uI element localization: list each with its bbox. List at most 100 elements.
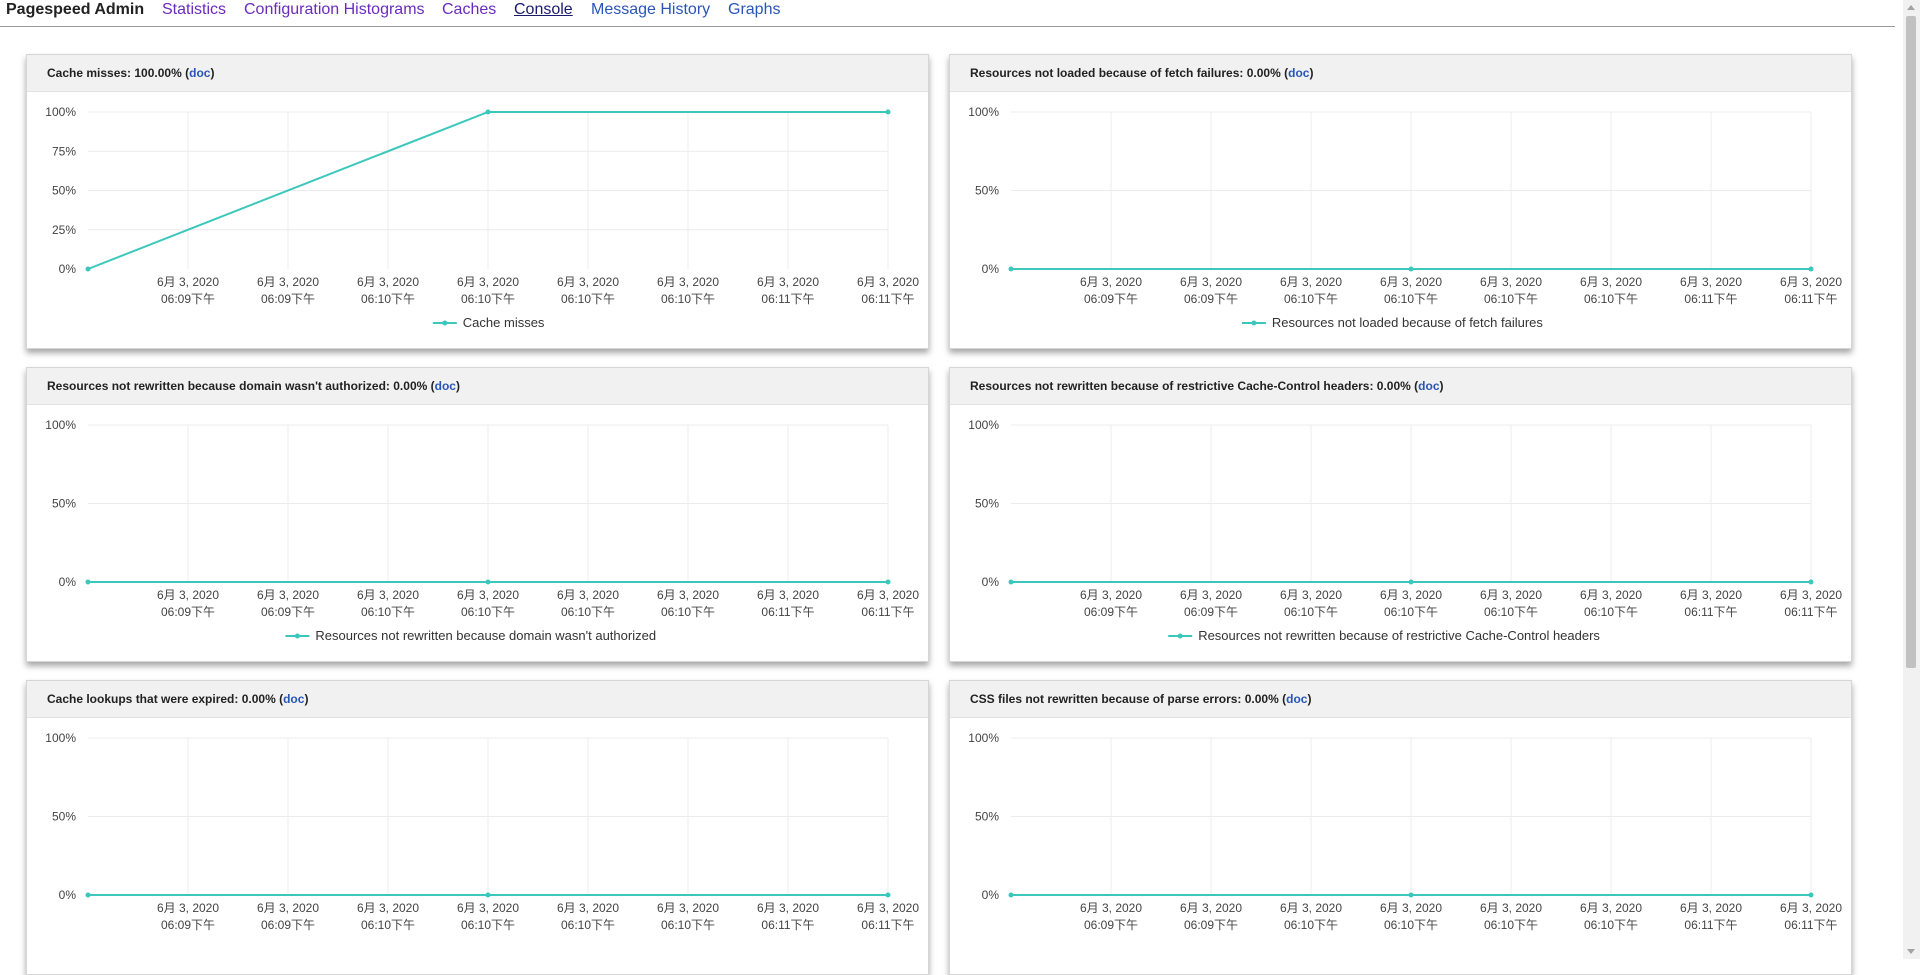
x-tick-date-label: 6月 3, 2020 bbox=[357, 275, 419, 289]
x-tick-time-label: 06:11下午 bbox=[1684, 605, 1737, 619]
scroll-down-arrow-icon[interactable] bbox=[1907, 949, 1915, 954]
y-tick-label: 50% bbox=[52, 184, 76, 198]
x-tick-time-label: 06:10下午 bbox=[561, 605, 615, 619]
data-point bbox=[485, 109, 491, 115]
x-tick-date-label: 6月 3, 2020 bbox=[557, 588, 619, 602]
x-tick-date-label: 6月 3, 2020 bbox=[157, 901, 219, 915]
x-tick-date-label: 6月 3, 2020 bbox=[1780, 588, 1842, 602]
x-tick-date-label: 6月 3, 2020 bbox=[657, 588, 719, 602]
nav-link-statistics[interactable]: Statistics bbox=[162, 1, 226, 19]
x-tick-date-label: 6月 3, 2020 bbox=[1680, 275, 1742, 289]
x-tick-date-label: 6月 3, 2020 bbox=[857, 588, 919, 602]
x-tick-time-label: 06:10下午 bbox=[461, 605, 515, 619]
x-tick-date-label: 6月 3, 2020 bbox=[1180, 901, 1242, 915]
x-tick-time-label: 06:11下午 bbox=[1684, 292, 1737, 306]
y-tick-label: 50% bbox=[52, 810, 76, 824]
data-point bbox=[485, 892, 491, 898]
card-header: CSS files not rewritten because of parse… bbox=[950, 681, 1851, 718]
x-tick-date-label: 6月 3, 2020 bbox=[857, 901, 919, 915]
x-tick-time-label: 06:09下午 bbox=[261, 605, 315, 619]
x-tick-time-label: 06:10下午 bbox=[1484, 605, 1538, 619]
scroll-up-arrow-icon[interactable] bbox=[1907, 5, 1915, 10]
x-tick-time-label: 06:09下午 bbox=[261, 292, 315, 306]
x-tick-time-label: 06:10下午 bbox=[661, 605, 715, 619]
x-tick-time-label: 06:10下午 bbox=[461, 918, 515, 932]
data-point bbox=[885, 579, 891, 585]
data-point bbox=[485, 579, 491, 585]
x-tick-date-label: 6月 3, 2020 bbox=[1580, 588, 1642, 602]
scrollbar-thumb[interactable] bbox=[1906, 16, 1916, 668]
x-tick-time-label: 06:10下午 bbox=[561, 292, 615, 306]
nav-link-graphs[interactable]: Graphs bbox=[728, 1, 780, 19]
x-tick-date-label: 6月 3, 2020 bbox=[1580, 275, 1642, 289]
y-tick-label: 25% bbox=[52, 223, 76, 237]
x-tick-date-label: 6月 3, 2020 bbox=[1680, 901, 1742, 915]
line-chart: 0% 25% 50% 75% 100% 6月 3, 2020 06:09下午 6月 3, 20… bbox=[45, 105, 919, 330]
x-tick-date-label: 6月 3, 2020 bbox=[257, 275, 319, 289]
x-tick-date-label: 6月 3, 2020 bbox=[1080, 901, 1142, 915]
x-tick-time-label: 06:10下午 bbox=[1284, 292, 1338, 306]
y-tick-label: 0% bbox=[982, 262, 1000, 276]
x-tick-date-label: 6月 3, 2020 bbox=[1180, 275, 1242, 289]
data-point bbox=[885, 892, 891, 898]
doc-link[interactable]: doc bbox=[1288, 66, 1309, 80]
card-header: Cache misses: 100.00% (doc) bbox=[27, 55, 928, 92]
y-tick-label: 0% bbox=[59, 888, 77, 902]
legend-marker bbox=[1251, 320, 1257, 326]
x-tick-time-label: 06:11下午 bbox=[761, 292, 814, 306]
nav-link-message-history[interactable]: Message History bbox=[591, 1, 710, 19]
doc-link[interactable]: doc bbox=[1286, 692, 1307, 706]
y-tick-label: 0% bbox=[982, 575, 1000, 589]
data-point bbox=[885, 109, 891, 115]
line-chart: 0% 50% 100% 6月 3, 2020 06:09下午 6月 3, 2020 06:0… bbox=[968, 105, 1842, 330]
x-tick-time-label: 06:11下午 bbox=[761, 605, 814, 619]
x-tick-date-label: 6月 3, 2020 bbox=[1080, 275, 1142, 289]
y-tick-label: 50% bbox=[975, 810, 999, 824]
chart-card-restrictive-cache-control: Resources not rewritten because of restr… bbox=[949, 367, 1852, 662]
x-tick-date-label: 6月 3, 2020 bbox=[257, 901, 319, 915]
data-point bbox=[1808, 266, 1814, 272]
x-tick-date-label: 6月 3, 2020 bbox=[357, 588, 419, 602]
x-tick-date-label: 6月 3, 2020 bbox=[1380, 275, 1442, 289]
doc-link[interactable]: doc bbox=[283, 692, 304, 706]
y-tick-label: 0% bbox=[59, 262, 77, 276]
x-tick-time-label: 06:09下午 bbox=[1184, 292, 1238, 306]
doc-link[interactable]: doc bbox=[435, 379, 456, 393]
x-tick-time-label: 06:10下午 bbox=[1584, 605, 1638, 619]
y-tick-label: 50% bbox=[975, 184, 999, 198]
x-tick-date-label: 6月 3, 2020 bbox=[257, 588, 319, 602]
legend-marker bbox=[442, 320, 448, 326]
vertical-scrollbar[interactable] bbox=[1903, 0, 1920, 959]
nav-link-console[interactable]: Console bbox=[514, 1, 573, 19]
x-tick-time-label: 06:09下午 bbox=[161, 292, 215, 306]
x-tick-time-label: 06:10下午 bbox=[661, 292, 715, 306]
x-tick-time-label: 06:10下午 bbox=[1284, 605, 1338, 619]
x-tick-date-label: 6月 3, 2020 bbox=[157, 588, 219, 602]
x-tick-time-label: 06:10下午 bbox=[661, 918, 715, 932]
x-tick-date-label: 6月 3, 2020 bbox=[1180, 588, 1242, 602]
x-tick-time-label: 06:09下午 bbox=[161, 605, 215, 619]
legend-label: Resources not rewritten because of restr… bbox=[1198, 628, 1600, 643]
x-tick-date-label: 6月 3, 2020 bbox=[1280, 901, 1342, 915]
card-title: Resources not rewritten because of restr… bbox=[970, 379, 1411, 393]
doc-link[interactable]: doc bbox=[1418, 379, 1439, 393]
data-point bbox=[1008, 579, 1014, 585]
x-tick-time-label: 06:11下午 bbox=[761, 918, 814, 932]
nav-link-caches[interactable]: Caches bbox=[442, 1, 496, 19]
card-header: Resources not rewritten because of restr… bbox=[950, 368, 1851, 405]
x-tick-time-label: 06:10下午 bbox=[1584, 918, 1638, 932]
x-tick-date-label: 6月 3, 2020 bbox=[1280, 275, 1342, 289]
line-chart: 0% 50% 100% 6月 3, 2020 06:09下午 6月 3, 2020 06:0… bbox=[45, 731, 919, 932]
x-tick-time-label: 06:11下午 bbox=[1784, 605, 1837, 619]
nav-link-configuration-histograms[interactable]: Configuration Histograms bbox=[244, 1, 425, 19]
x-tick-date-label: 6月 3, 2020 bbox=[757, 275, 819, 289]
chart-card-css-parse-errors: CSS files not rewritten because of parse… bbox=[949, 680, 1852, 975]
y-tick-label: 100% bbox=[968, 731, 999, 745]
x-tick-date-label: 6月 3, 2020 bbox=[357, 901, 419, 915]
x-tick-time-label: 06:09下午 bbox=[1084, 605, 1138, 619]
y-tick-label: 100% bbox=[45, 731, 76, 745]
x-tick-time-label: 06:11下午 bbox=[861, 918, 914, 932]
x-tick-time-label: 06:10下午 bbox=[461, 292, 515, 306]
doc-link[interactable]: doc bbox=[189, 66, 210, 80]
x-tick-date-label: 6月 3, 2020 bbox=[1380, 901, 1442, 915]
